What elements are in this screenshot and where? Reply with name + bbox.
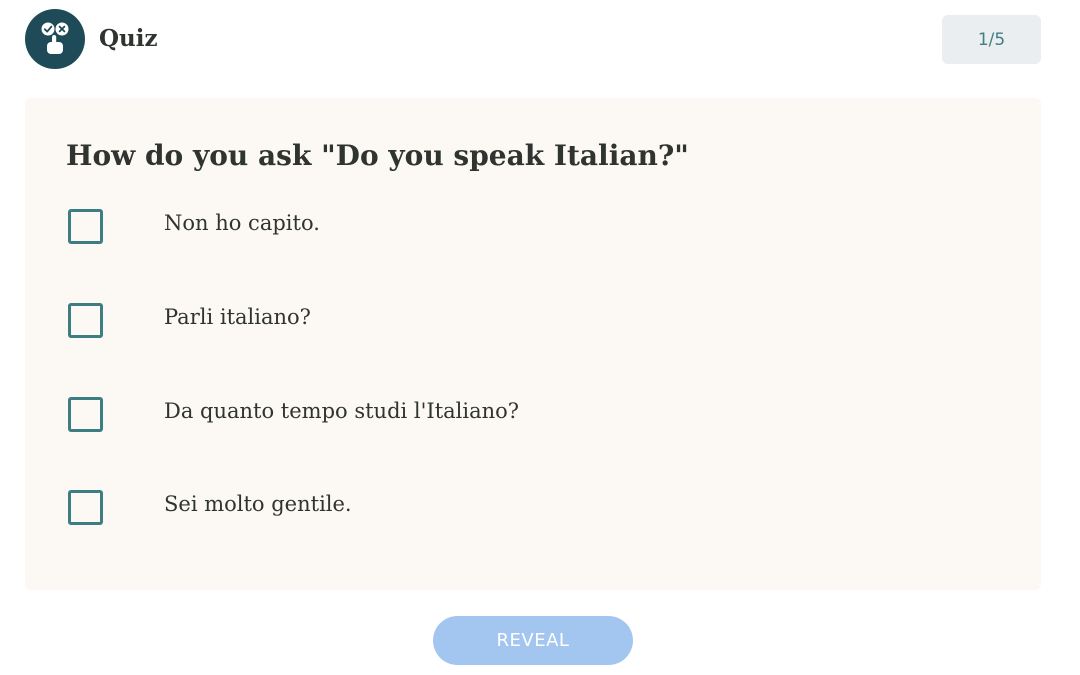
answer-checkbox[interactable]	[68, 303, 103, 338]
page-title: Quiz	[99, 25, 158, 52]
reveal-button[interactable]: REVEAL	[433, 616, 633, 665]
quiz-logo-icon	[25, 9, 85, 69]
question-card: How do you ask "Do you speak Italian?" N…	[25, 98, 1041, 590]
answer-label: Sei molto gentile.	[164, 492, 352, 516]
answer-label: Non ho capito.	[164, 211, 320, 235]
answer-checkbox[interactable]	[68, 397, 103, 432]
answer-label: Parli italiano?	[164, 305, 311, 329]
answer-option[interactable]: Sei molto gentile.	[66, 487, 1006, 531]
answer-checkbox[interactable]	[68, 490, 103, 525]
answer-option[interactable]: Non ho capito.	[66, 206, 1006, 250]
answer-option[interactable]: Parli italiano?	[66, 300, 1006, 344]
answer-label: Da quanto tempo studi l'Italiano?	[164, 399, 520, 423]
question-text: How do you ask "Do you speak Italian?"	[66, 139, 689, 172]
header: Quiz 1/5	[0, 0, 1080, 80]
progress-badge: 1/5	[942, 15, 1041, 64]
answer-checkbox[interactable]	[68, 209, 103, 244]
answer-option[interactable]: Da quanto tempo studi l'Italiano?	[66, 394, 1006, 438]
